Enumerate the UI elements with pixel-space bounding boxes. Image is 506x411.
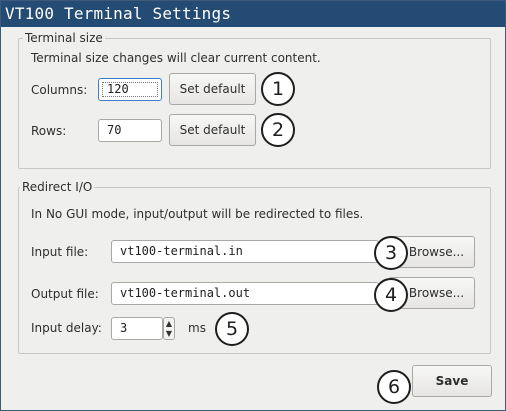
- marker-6: 6: [377, 370, 411, 404]
- marker-2: 2: [261, 113, 295, 147]
- input-file-value: vt100-terminal.in: [120, 244, 243, 258]
- marker-4: 4: [374, 278, 408, 312]
- terminal-size-note: Terminal size changes will clear current…: [31, 51, 321, 65]
- input-delay-value: 3: [120, 321, 128, 335]
- redirect-io-note: In No GUI mode, input/output will be red…: [31, 207, 364, 221]
- output-file-label: Output file:: [31, 287, 99, 301]
- input-delay-field[interactable]: 3: [111, 317, 163, 340]
- spin-up-icon[interactable]: ▲: [164, 319, 174, 329]
- input-delay-spinner[interactable]: ▲ ▼: [163, 317, 175, 340]
- window-title: VT100 Terminal Settings: [1, 1, 505, 27]
- marker-1: 1: [261, 72, 295, 106]
- rows-set-default-button[interactable]: Set default: [169, 114, 256, 146]
- input-file-label: Input file:: [31, 245, 89, 259]
- input-delay-label: Input delay:: [31, 321, 102, 335]
- columns-input[interactable]: 120: [98, 78, 162, 101]
- settings-window: VT100 Terminal Settings Terminal size Te…: [0, 0, 506, 411]
- rows-value: 70: [107, 123, 122, 137]
- marker-3: 3: [374, 236, 408, 270]
- input-delay-unit: ms: [188, 321, 206, 335]
- columns-set-default-button[interactable]: Set default: [169, 73, 256, 105]
- save-button[interactable]: Save: [412, 365, 492, 397]
- terminal-size-title: Terminal size: [23, 31, 105, 45]
- input-file-field[interactable]: vt100-terminal.in: [111, 240, 379, 263]
- columns-value: 120: [107, 82, 129, 96]
- columns-label: Columns:: [31, 83, 88, 97]
- redirect-io-title: Redirect I/O: [20, 180, 95, 194]
- rows-input[interactable]: 70: [98, 119, 162, 142]
- spin-down-icon[interactable]: ▼: [164, 329, 174, 339]
- output-file-value: vt100-terminal.out: [120, 286, 251, 300]
- marker-5: 5: [215, 312, 249, 346]
- output-file-field[interactable]: vt100-terminal.out: [111, 282, 379, 305]
- rows-label: Rows:: [31, 124, 67, 138]
